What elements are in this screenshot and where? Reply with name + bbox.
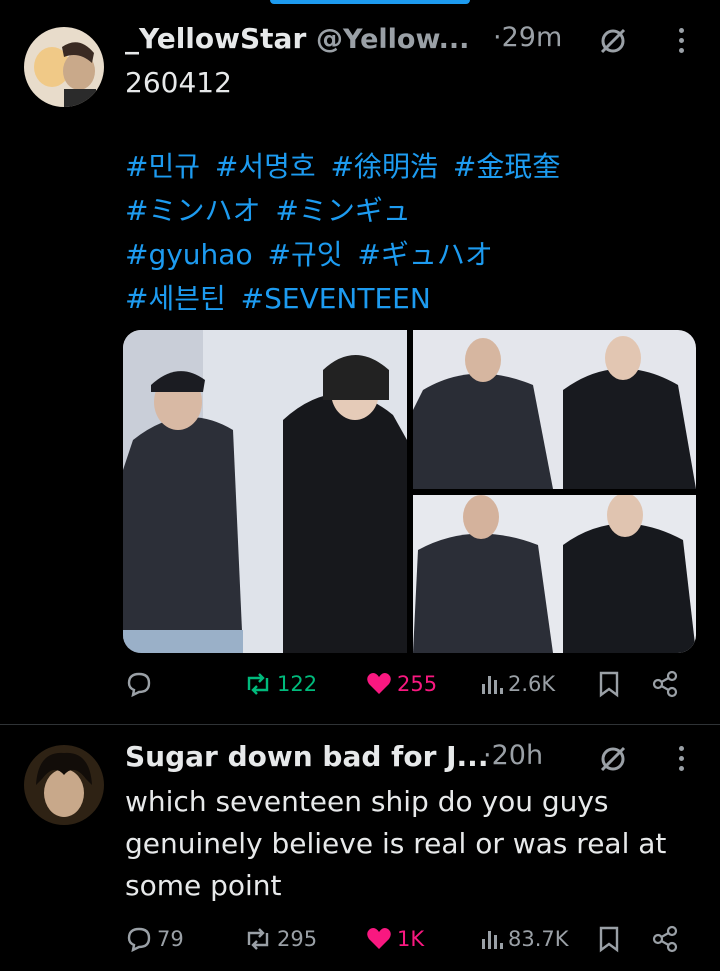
reply-count: 79 xyxy=(157,927,184,951)
mute-icon[interactable] xyxy=(598,744,628,774)
tweet-text: which seventeen ship do you guys genuine… xyxy=(125,781,666,907)
like-icon xyxy=(367,928,391,949)
views-count: 83.7K xyxy=(508,927,569,951)
like-count: 1K xyxy=(397,927,425,951)
share-icon xyxy=(652,925,678,953)
hashtag-row: #세븐틴 #SEVENTEEN xyxy=(125,277,566,321)
share-icon xyxy=(652,670,678,698)
hashtag-row: #ミンハオ #ミンギュ xyxy=(125,189,566,233)
tweet-card[interactable]: _YellowStar @Yellow... ·29m 260412 #민규 #… xyxy=(0,0,720,724)
reply-button[interactable] xyxy=(125,670,157,698)
tweet-text-line: genuinely believe is real or was real at xyxy=(125,827,667,860)
display-name[interactable]: _YellowStar @Yellow... xyxy=(125,22,469,55)
hashtag-list: #민규 #서명호 #徐明浩 #金珉奎 #ミンハオ #ミンギュ #gyuhao #… xyxy=(125,145,566,321)
reply-button[interactable]: 79 xyxy=(125,925,184,953)
views-icon xyxy=(482,676,503,694)
action-bar: 122 255 2.6K xyxy=(125,670,680,710)
more-icon[interactable] xyxy=(677,746,685,774)
media-photo[interactable] xyxy=(123,330,407,653)
mute-icon[interactable] xyxy=(598,26,628,56)
like-count: 255 xyxy=(397,672,438,696)
share-button[interactable] xyxy=(651,670,683,698)
avatar[interactable] xyxy=(24,745,104,825)
tweet-text-line: some point xyxy=(125,869,282,902)
hashtag[interactable]: #金珉奎 xyxy=(453,150,560,183)
bookmark-button[interactable] xyxy=(597,925,625,953)
repost-count: 295 xyxy=(277,927,318,951)
like-icon xyxy=(367,673,391,694)
hashtag[interactable]: #ミンハオ xyxy=(125,194,260,227)
tweet-header: _YellowStar @Yellow... ·29m xyxy=(125,22,720,62)
hashtag[interactable]: #규잇 xyxy=(268,238,343,271)
like-button[interactable]: 1K xyxy=(365,925,424,953)
hashtag[interactable]: #ギュハオ xyxy=(357,238,492,271)
bookmark-icon xyxy=(599,671,619,698)
share-button[interactable] xyxy=(651,925,683,953)
bookmark-icon xyxy=(599,926,619,953)
repost-button[interactable]: 122 xyxy=(243,670,317,698)
hashtag[interactable]: #gyuhao xyxy=(125,238,253,271)
like-button[interactable]: 255 xyxy=(365,670,437,698)
tweet-card[interactable]: Sugar down bad for J... ·20h which seven… xyxy=(0,724,720,971)
action-bar: 79 295 1K 83.7K xyxy=(125,925,680,965)
bookmark-button[interactable] xyxy=(597,670,625,698)
repost-icon xyxy=(247,928,269,950)
hashtag[interactable]: #민규 xyxy=(125,150,200,183)
timestamp[interactable]: ·29m xyxy=(493,22,562,53)
tweet-header: Sugar down bad for J... ·20h xyxy=(125,740,720,780)
hashtag[interactable]: #徐明浩 xyxy=(331,150,438,183)
media-grid xyxy=(123,330,696,653)
views-button[interactable]: 2.6K xyxy=(480,670,555,698)
hashtag[interactable]: #세븐틴 xyxy=(125,282,226,315)
repost-count: 122 xyxy=(277,672,318,696)
avatar[interactable] xyxy=(24,27,104,107)
repost-button[interactable]: 295 xyxy=(243,925,317,953)
display-name[interactable]: Sugar down bad for J... xyxy=(125,740,488,773)
more-icon[interactable] xyxy=(677,28,685,56)
media-photo[interactable] xyxy=(413,330,696,489)
hashtag-row: #민규 #서명호 #徐明浩 #金珉奎 xyxy=(125,145,566,189)
hashtag-row: #gyuhao #규잇 #ギュハオ xyxy=(125,233,566,277)
reply-icon xyxy=(127,672,151,698)
repost-icon xyxy=(247,673,269,695)
hashtag[interactable]: #ミンギュ xyxy=(275,194,410,227)
handle[interactable]: @Yellow... xyxy=(316,24,469,55)
tweet-text: 260412 xyxy=(125,66,232,99)
views-button[interactable]: 83.7K xyxy=(480,925,569,953)
views-icon xyxy=(482,931,503,949)
hashtag[interactable]: #SEVENTEEN xyxy=(241,282,431,315)
timestamp[interactable]: ·20h xyxy=(483,740,543,771)
reply-icon xyxy=(127,927,151,953)
media-photo[interactable] xyxy=(413,495,696,653)
tweet-text-line: which seventeen ship do you guys xyxy=(125,785,609,818)
hashtag[interactable]: #서명호 xyxy=(215,150,316,183)
views-count: 2.6K xyxy=(508,672,556,696)
